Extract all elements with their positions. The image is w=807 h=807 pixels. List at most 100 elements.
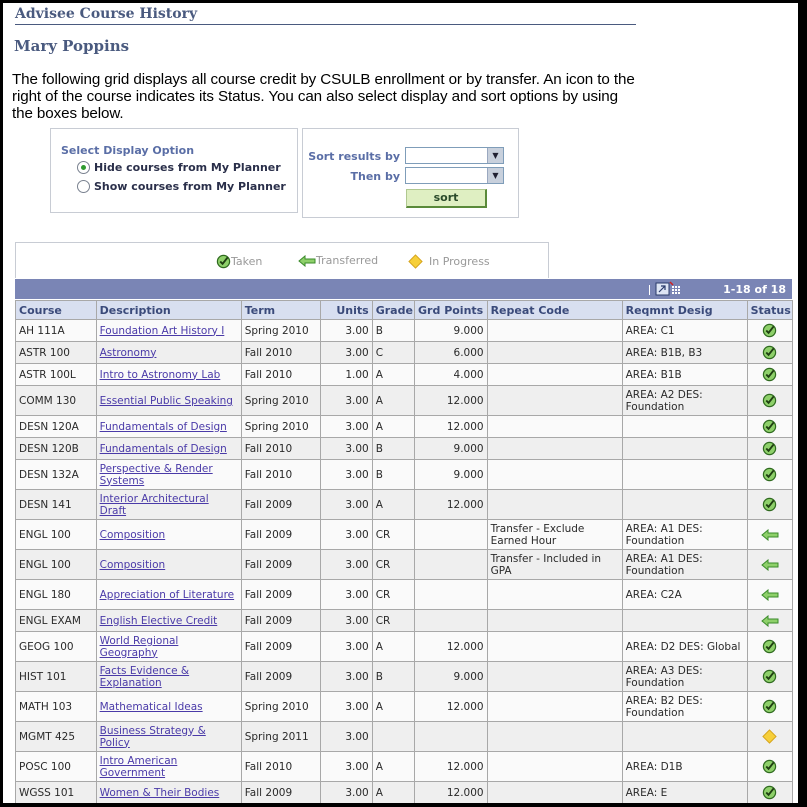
cell-grd-points: 9.000 bbox=[414, 459, 488, 490]
course-description-link[interactable]: Intro to Astronomy Lab bbox=[100, 369, 221, 381]
cell-repeat-code bbox=[486, 363, 623, 386]
display-option-box: Select Display Option Hide courses from … bbox=[50, 128, 298, 213]
sort-button[interactable]: sort bbox=[406, 189, 487, 208]
cell-term: Spring 2010 bbox=[240, 319, 322, 342]
chevron-down-icon[interactable]: ▼ bbox=[487, 168, 503, 183]
then-by-select[interactable]: ▼ bbox=[405, 167, 504, 184]
cell-description: Appreciation of Literature bbox=[95, 579, 242, 610]
course-description-link[interactable]: Composition bbox=[100, 529, 166, 541]
radio-button-selected[interactable] bbox=[77, 161, 90, 174]
cell-term: Fall 2010 bbox=[240, 437, 322, 460]
cell-term: Fall 2009 bbox=[240, 609, 322, 632]
check-circle-icon bbox=[763, 419, 777, 434]
cell-units: 3.00 bbox=[320, 631, 373, 662]
check-circle-icon bbox=[763, 669, 777, 684]
cell-repeat-code bbox=[486, 661, 623, 692]
course-description-link[interactable]: Women & Their Bodies bbox=[100, 787, 220, 799]
course-description-link[interactable]: Business Strategy & Policy bbox=[100, 725, 206, 749]
course-description-link[interactable]: Interior Architectural Draft bbox=[100, 493, 209, 517]
table-row: ENGL 100 Composition Fall 2009 3.00 CR Transf… bbox=[15, 519, 794, 550]
left-arrow-icon bbox=[761, 614, 779, 627]
cell-term: Fall 2009 bbox=[240, 579, 322, 610]
course-description-link[interactable]: Foundation Art History I bbox=[100, 325, 225, 337]
radio-button[interactable] bbox=[77, 180, 90, 193]
cell-grade: A bbox=[371, 363, 416, 386]
course-description-link[interactable]: Facts Evidence & Explanation bbox=[100, 665, 190, 689]
col-header-units[interactable]: Units bbox=[320, 300, 373, 320]
table-row: DESN 132A Perspective & Render Systems Fal… bbox=[15, 459, 794, 490]
view-all-icon[interactable] bbox=[655, 281, 683, 297]
cell-grade: A bbox=[371, 385, 416, 416]
col-header-grd-points[interactable]: Grd Points bbox=[414, 300, 488, 320]
cell-status bbox=[746, 489, 794, 520]
course-description-link[interactable]: Perspective & Render Systems bbox=[100, 463, 213, 487]
cell-course: DESN 132A bbox=[15, 459, 97, 490]
check-circle-icon bbox=[763, 639, 777, 654]
course-description-link[interactable]: Mathematical Ideas bbox=[100, 701, 203, 713]
cell-repeat-code: Transfer - Included in GPA bbox=[486, 549, 623, 580]
course-description-link[interactable]: Essential Public Speaking bbox=[100, 395, 233, 407]
cell-status bbox=[746, 415, 794, 438]
cell-term: Fall 2009 bbox=[240, 549, 322, 580]
cell-units: 3.00 bbox=[320, 319, 373, 342]
sort-options-box: Sort results by ▼ Then by ▼ sort bbox=[302, 128, 519, 218]
cell-units: 3.00 bbox=[320, 661, 373, 692]
cell-status bbox=[746, 437, 794, 460]
course-description-link[interactable]: Composition bbox=[100, 559, 166, 571]
cell-grade: C bbox=[371, 341, 416, 364]
table-row: DESN 120B Fundamentals of Design Fall 2010… bbox=[15, 437, 794, 460]
sort-by-select[interactable]: ▼ bbox=[405, 147, 504, 164]
course-description-link[interactable]: World Regional Geography bbox=[100, 635, 179, 659]
diamond-icon bbox=[762, 729, 778, 744]
cell-reqmnt-desig: AREA: A2 DES: Foundation bbox=[621, 385, 748, 416]
cell-status bbox=[746, 385, 794, 416]
student-name: Mary Poppins bbox=[14, 37, 130, 55]
cell-course: MGMT 425 bbox=[15, 721, 97, 752]
cell-repeat-code bbox=[486, 609, 623, 632]
cell-units: 3.00 bbox=[320, 781, 373, 803]
table-row: DESN 141 Interior Architectural Draft Fall… bbox=[15, 489, 794, 520]
check-circle-icon bbox=[763, 393, 777, 408]
col-header-grade[interactable]: Grade bbox=[371, 300, 416, 320]
radio-hide-planner[interactable]: Hide courses from My Planner bbox=[77, 161, 281, 174]
status-legend: Taken Transferred In Progress bbox=[15, 242, 549, 278]
cell-grade: A bbox=[371, 781, 416, 803]
cell-grd-points bbox=[414, 579, 488, 610]
table-row: ENGL 180 Appreciation of Literature Fall 2… bbox=[15, 579, 794, 610]
check-circle-icon bbox=[763, 323, 777, 338]
col-header-description[interactable]: Description bbox=[95, 300, 242, 320]
cell-units: 3.00 bbox=[320, 721, 373, 752]
cell-status bbox=[746, 631, 794, 662]
col-header-term[interactable]: Term bbox=[240, 300, 322, 320]
cell-grd-points: 4.000 bbox=[414, 363, 488, 386]
cell-grd-points: 12.000 bbox=[414, 751, 488, 782]
col-header-reqmnt-desig[interactable]: Reqmnt Desig bbox=[621, 300, 748, 320]
col-header-repeat-code[interactable]: Repeat Code bbox=[486, 300, 623, 320]
table-row: HIST 101 Facts Evidence & Explanation Fall… bbox=[15, 661, 794, 692]
cell-grd-points: 12.000 bbox=[414, 691, 488, 722]
bar-separator bbox=[649, 285, 650, 295]
col-header-course[interactable]: Course bbox=[15, 300, 97, 320]
cell-repeat-code bbox=[486, 415, 623, 438]
cell-repeat-code bbox=[486, 631, 623, 662]
radio-show-planner[interactable]: Show courses from My Planner bbox=[77, 180, 286, 193]
col-header-status[interactable]: Status bbox=[746, 300, 794, 320]
cell-reqmnt-desig: AREA: D2 DES: Global bbox=[621, 631, 748, 662]
course-description-link[interactable]: Intro American Government bbox=[100, 755, 178, 779]
grid-body: AH 111A Foundation Art History I Spring 20… bbox=[15, 319, 794, 803]
course-description-link[interactable]: English Elective Credit bbox=[100, 615, 218, 627]
cell-repeat-code: Transfer - Exclude Earned Hour bbox=[486, 519, 623, 550]
course-description-link[interactable]: Appreciation of Literature bbox=[100, 589, 235, 601]
course-description-link[interactable]: Fundamentals of Design bbox=[100, 443, 227, 455]
chevron-down-icon[interactable]: ▼ bbox=[487, 148, 503, 163]
course-description-link[interactable]: Fundamentals of Design bbox=[100, 421, 227, 433]
left-arrow-icon bbox=[761, 528, 779, 541]
cell-grd-points: 9.000 bbox=[414, 437, 488, 460]
cell-description: Intro to Astronomy Lab bbox=[95, 363, 242, 386]
cell-status bbox=[746, 721, 794, 752]
cell-reqmnt-desig: AREA: A3 DES: Foundation bbox=[621, 661, 748, 692]
cell-status bbox=[746, 579, 794, 610]
grid-header-row: Course Description Term Units Grade Grd … bbox=[15, 300, 794, 320]
course-description-link[interactable]: Astronomy bbox=[100, 347, 157, 359]
cell-grd-points: 12.000 bbox=[414, 781, 488, 803]
